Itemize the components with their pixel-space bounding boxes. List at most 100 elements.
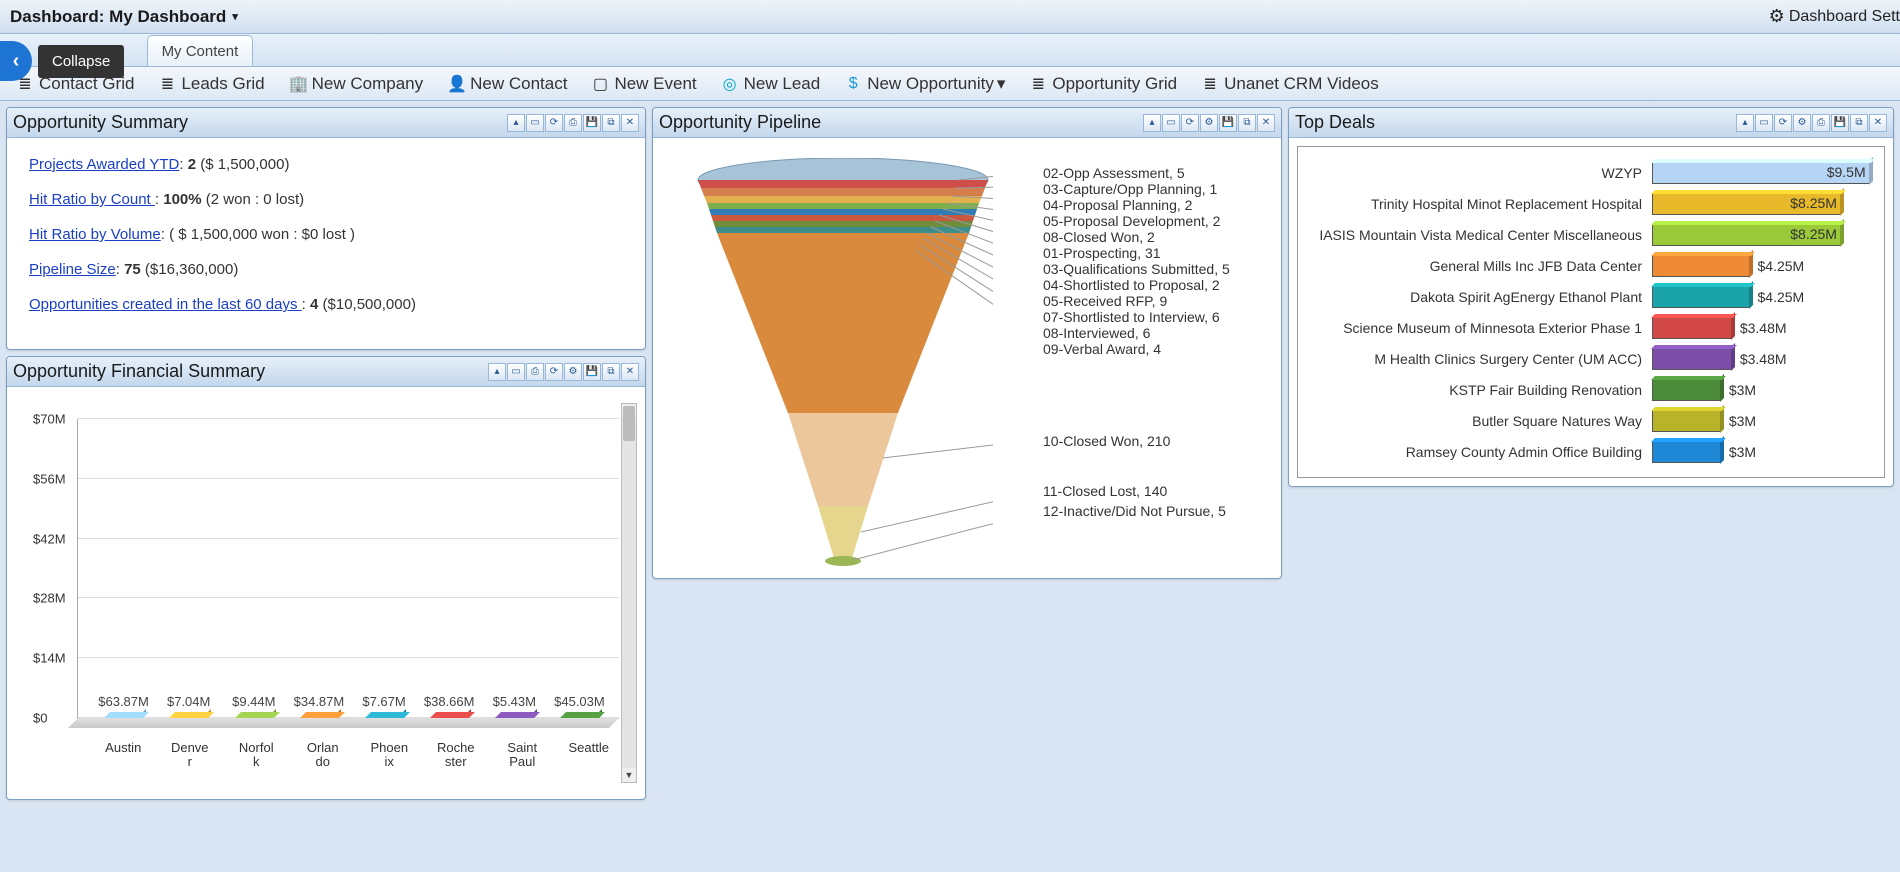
minimize-icon[interactable]: ▭ xyxy=(526,114,544,132)
toolbar-new-company[interactable]: 🏢New Company xyxy=(281,70,432,98)
top-deal-row[interactable]: WZYP$9.5M xyxy=(1312,157,1870,188)
caret-down-icon: ▾ xyxy=(232,10,238,23)
popout-icon[interactable]: ⧉ xyxy=(1238,114,1256,132)
top-deal-row[interactable]: Dakota Spirit AgEnergy Ethanol Plant$4.2… xyxy=(1312,281,1870,312)
toolbar-new-opportunity[interactable]: $ New Opportunity▾ xyxy=(836,70,1013,98)
toolbar-opportunity-grid[interactable]: ≣Opportunity Grid xyxy=(1021,70,1185,98)
refresh-icon[interactable]: ⟳ xyxy=(1181,114,1199,132)
scroll-thumb[interactable] xyxy=(623,406,635,441)
top-deals-chart: WZYP$9.5MTrinity Hospital Minot Replacem… xyxy=(1297,146,1885,478)
top-deal-label: Butler Square Natures Way xyxy=(1312,413,1652,429)
top-deal-row[interactable]: General Mills Inc JFB Data Center $4.25M xyxy=(1312,250,1870,281)
top-deal-bar[interactable] xyxy=(1652,255,1750,277)
person-icon: 👤 xyxy=(447,74,465,94)
x-label: SaintPaul xyxy=(492,741,553,770)
widget-financial-summary: Opportunity Financial Summary ▴ ▭ ⎙ ⟳ ⚙ … xyxy=(6,356,646,800)
save-icon[interactable]: 💾 xyxy=(583,363,601,381)
funnel-svg xyxy=(693,158,993,578)
toolbar-unanet-crm-videos[interactable]: ≣Unanet CRM Videos xyxy=(1193,70,1387,98)
refresh-icon[interactable]: ⟳ xyxy=(1774,114,1792,132)
toolbar-new-event[interactable]: ▢New Event xyxy=(583,70,704,98)
print-icon[interactable]: ⎙ xyxy=(526,363,544,381)
save-icon[interactable]: 💾 xyxy=(1219,114,1237,132)
close-icon[interactable]: ✕ xyxy=(621,363,639,381)
popout-icon[interactable]: ⧉ xyxy=(602,114,620,132)
top-deal-value: $3.48M xyxy=(1740,351,1787,367)
print-icon[interactable]: ⎙ xyxy=(1812,114,1830,132)
close-icon[interactable]: ✕ xyxy=(621,114,639,132)
top-deal-value: $4.25M xyxy=(1758,258,1805,274)
widget-header: Opportunity Summary ▴ ▭ ⟳ ⎙ 💾 ⧉ ✕ xyxy=(7,108,645,138)
top-deal-bar[interactable] xyxy=(1652,286,1750,308)
top-deal-bar[interactable] xyxy=(1652,379,1721,401)
close-icon[interactable]: ✕ xyxy=(1257,114,1275,132)
top-deal-row[interactable]: Science Museum of Minnesota Exterior Pha… xyxy=(1312,312,1870,343)
top-deal-row[interactable]: KSTP Fair Building Renovation$3M xyxy=(1312,374,1870,405)
top-deal-bar[interactable] xyxy=(1652,441,1721,463)
close-icon[interactable]: ✕ xyxy=(1869,114,1887,132)
toolbar-leads-grid[interactable]: ≣Leads Grid xyxy=(150,70,272,98)
summary-opps-60d: Opportunities created in the last 60 day… xyxy=(29,296,623,313)
save-icon[interactable]: 💾 xyxy=(583,114,601,132)
caret-down-icon: ▾ xyxy=(997,74,1006,94)
tab-my-content[interactable]: My Content xyxy=(147,35,254,66)
top-deal-row[interactable]: Trinity Hospital Minot Replacement Hospi… xyxy=(1312,188,1870,219)
popout-icon[interactable]: ⧉ xyxy=(602,363,620,381)
collapse-icon[interactable]: ▴ xyxy=(488,363,506,381)
gear-icon[interactable]: ⚙ xyxy=(564,363,582,381)
funnel-stage-label: 11-Closed Lost, 140 xyxy=(1043,484,1167,499)
collapse-control[interactable]: ‹ Collapse xyxy=(0,41,124,81)
toolbar-label: New Opportunity xyxy=(867,74,994,94)
collapse-icon[interactable]: ▴ xyxy=(1143,114,1161,132)
summary-link[interactable]: Projects Awarded YTD xyxy=(29,156,179,173)
dashboard-title-dropdown[interactable]: Dashboard: My Dashboard ▾ xyxy=(10,7,238,27)
save-icon[interactable]: 💾 xyxy=(1831,114,1849,132)
top-deal-value: $9.5M xyxy=(1827,164,1866,180)
widget-tools: ▴ ▭ ⎙ ⟳ ⚙ 💾 ⧉ ✕ xyxy=(488,363,639,381)
building-icon: 🏢 xyxy=(289,74,307,94)
print-icon[interactable]: ⎙ xyxy=(564,114,582,132)
dashboard-settings-button[interactable]: ⚙ Dashboard Sett xyxy=(1769,6,1900,27)
top-deal-bar[interactable] xyxy=(1652,317,1732,339)
top-deal-row[interactable]: Butler Square Natures Way$3M xyxy=(1312,405,1870,436)
collapse-icon[interactable]: ▴ xyxy=(1736,114,1754,132)
collapse-icon[interactable]: ▴ xyxy=(507,114,525,132)
chart-scrollbar[interactable]: ▲ ▼ xyxy=(621,403,637,783)
funnel-stage-label: 01-Prospecting, 31 xyxy=(1043,246,1161,261)
dollar-icon: $ xyxy=(844,75,862,93)
refresh-icon[interactable]: ⟳ xyxy=(545,114,563,132)
collapse-arrow-icon: ‹ xyxy=(0,41,32,81)
funnel-stage-label: 09-Verbal Award, 4 xyxy=(1043,342,1161,357)
minimize-icon[interactable]: ▭ xyxy=(1162,114,1180,132)
top-deal-bar[interactable] xyxy=(1652,410,1721,432)
refresh-icon[interactable]: ⟳ xyxy=(545,363,563,381)
summary-link[interactable]: Hit Ratio by Volume xyxy=(29,226,161,243)
top-deal-row[interactable]: Ramsey County Admin Office Building$3M xyxy=(1312,436,1870,467)
widget-title: Opportunity Financial Summary xyxy=(13,361,265,382)
widget-title: Top Deals xyxy=(1295,112,1375,133)
gear-icon: ⚙ xyxy=(1769,6,1785,27)
minimize-icon[interactable]: ▭ xyxy=(1755,114,1773,132)
summary-link[interactable]: Pipeline Size xyxy=(29,261,116,278)
x-label: Orlando xyxy=(293,741,354,770)
y-tick: $70M xyxy=(33,412,66,427)
top-deal-label: General Mills Inc JFB Data Center xyxy=(1312,258,1652,274)
minimize-icon[interactable]: ▭ xyxy=(507,363,525,381)
top-deal-bar[interactable] xyxy=(1652,348,1732,370)
summary-link[interactable]: Hit Ratio by Count xyxy=(29,191,155,208)
funnel-stage-label: 03-Qualifications Submitted, 5 xyxy=(1043,262,1230,277)
top-deal-row[interactable]: IASIS Mountain Vista Medical Center Misc… xyxy=(1312,219,1870,250)
toolbar-new-lead[interactable]: ◎New Lead xyxy=(713,70,829,98)
gear-icon[interactable]: ⚙ xyxy=(1793,114,1811,132)
gear-icon[interactable]: ⚙ xyxy=(1200,114,1218,132)
scroll-down-icon[interactable]: ▼ xyxy=(622,768,636,782)
tab-label: My Content xyxy=(162,43,239,60)
x-label: Denver xyxy=(160,741,221,770)
widget-tools: ▴ ▭ ⟳ ⚙ 💾 ⧉ ✕ xyxy=(1143,114,1275,132)
collapse-tooltip: Collapse xyxy=(38,45,124,78)
top-deal-row[interactable]: M Health Clinics Surgery Center (UM ACC)… xyxy=(1312,343,1870,374)
popout-icon[interactable]: ⧉ xyxy=(1850,114,1868,132)
toolbar-new-contact[interactable]: 👤New Contact xyxy=(439,70,575,98)
summary-link[interactable]: Opportunities created in the last 60 day… xyxy=(29,296,302,313)
toolbar-label: New Event xyxy=(614,74,696,94)
